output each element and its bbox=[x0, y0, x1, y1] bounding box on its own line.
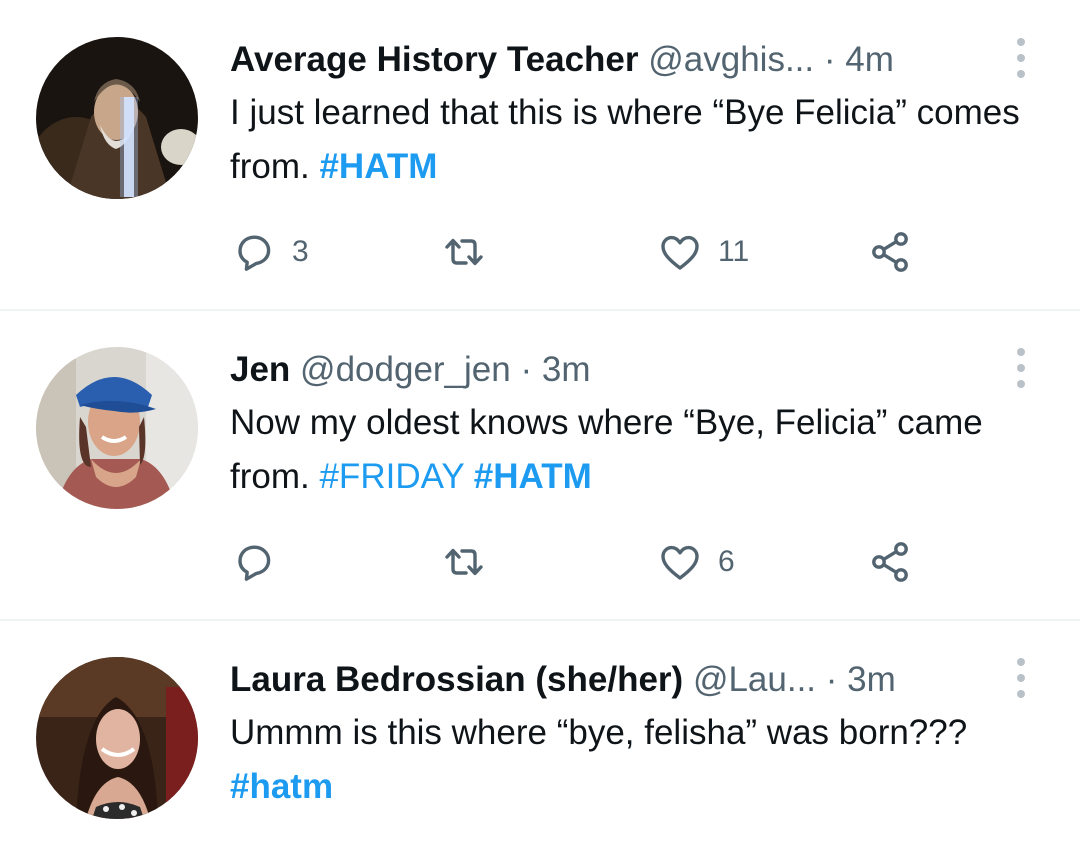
tweet[interactable]: Laura Bedrossian (she/her) @Lau... · 3m … bbox=[0, 620, 1080, 841]
tweet-time[interactable]: 3m bbox=[847, 660, 896, 699]
tweet-text: Ummm is this where “bye, felisha” was bo… bbox=[230, 706, 1030, 814]
tweet-time[interactable]: 4m bbox=[845, 40, 894, 79]
avatar[interactable] bbox=[36, 37, 198, 199]
like-count: 6 bbox=[718, 545, 735, 578]
tweet-header: Laura Bedrossian (she/her) @Lau... · 3m bbox=[230, 658, 896, 702]
tweet-actions: 6 bbox=[230, 532, 930, 592]
hashtag[interactable]: #HATM bbox=[474, 457, 592, 496]
author-handle[interactable]: @Lau... bbox=[693, 660, 816, 699]
heart-icon bbox=[656, 538, 704, 586]
separator-dot: · bbox=[825, 660, 838, 699]
share-button[interactable] bbox=[866, 222, 914, 282]
tweet-header: Average History Teacher @avghis... · 4m bbox=[230, 38, 894, 82]
reply-button[interactable] bbox=[230, 532, 292, 592]
retweet-button[interactable] bbox=[440, 222, 488, 282]
share-button[interactable] bbox=[866, 532, 914, 592]
tweet-actions: 3 11 bbox=[230, 222, 930, 282]
retweet-icon bbox=[440, 538, 488, 586]
like-button[interactable]: 6 bbox=[656, 532, 735, 592]
tweet-text-body: Ummm is this where “bye, felisha” was bo… bbox=[230, 713, 968, 752]
tweet-text: Now my oldest knows where “Bye, Felicia”… bbox=[230, 396, 1030, 504]
reply-button[interactable]: 3 bbox=[230, 222, 309, 282]
share-icon bbox=[866, 538, 914, 586]
avatar[interactable] bbox=[36, 657, 198, 819]
retweet-icon bbox=[440, 228, 488, 276]
like-button[interactable]: 11 bbox=[656, 222, 749, 282]
more-vertical-icon[interactable] bbox=[1010, 36, 1032, 80]
reply-icon bbox=[230, 228, 278, 276]
author-name[interactable]: Jen bbox=[230, 350, 290, 389]
like-count: 11 bbox=[718, 235, 750, 268]
hashtag[interactable]: #hatm bbox=[230, 767, 333, 806]
separator-dot: · bbox=[520, 350, 533, 389]
tweet[interactable]: Jen @dodger_jen · 3m Now my oldest knows… bbox=[0, 310, 1080, 620]
tweet-text: I just learned that this is where “Bye F… bbox=[230, 86, 1030, 194]
tweet-time[interactable]: 3m bbox=[542, 350, 591, 389]
share-icon bbox=[866, 228, 914, 276]
reply-count: 3 bbox=[292, 235, 309, 268]
heart-icon bbox=[656, 228, 704, 276]
hashtag[interactable]: #HATM bbox=[319, 147, 437, 186]
more-vertical-icon[interactable] bbox=[1010, 656, 1032, 700]
author-name[interactable]: Average History Teacher bbox=[230, 40, 639, 79]
tweet[interactable]: Average History Teacher @avghis... · 4m … bbox=[0, 0, 1080, 310]
tweet-header: Jen @dodger_jen · 3m bbox=[230, 348, 590, 392]
author-name[interactable]: Laura Bedrossian (she/her) bbox=[230, 660, 683, 699]
more-vertical-icon[interactable] bbox=[1010, 346, 1032, 390]
author-handle[interactable]: @avghis... bbox=[648, 40, 814, 79]
author-handle[interactable]: @dodger_jen bbox=[300, 350, 511, 389]
hashtag[interactable]: #FRIDAY bbox=[319, 457, 464, 496]
reply-icon bbox=[230, 538, 278, 586]
separator-dot: · bbox=[823, 40, 836, 79]
retweet-button[interactable] bbox=[440, 532, 488, 592]
avatar[interactable] bbox=[36, 347, 198, 509]
